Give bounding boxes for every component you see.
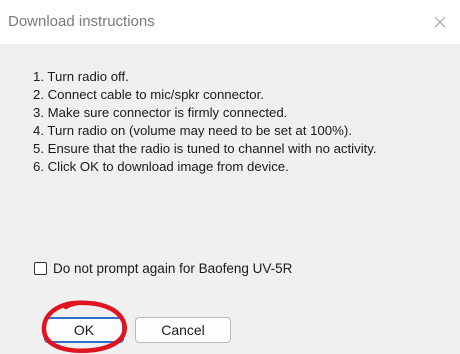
instruction-step: 2. Connect cable to mic/spkr connector. [33,87,264,102]
dialog-title: Download instructions [8,13,155,30]
instruction-step: 6. Click OK to download image from devic… [33,159,289,174]
do-not-prompt-label[interactable]: Do not prompt again for Baofeng UV-5R [53,261,292,276]
close-icon [434,16,446,28]
instructions-list: 1. Turn radio off. 2. Connect cable to m… [33,68,377,176]
do-not-prompt-checkbox[interactable] [34,262,47,275]
download-instructions-dialog: Download instructions 1. Turn radio off.… [0,0,460,354]
red-circle-annotation [41,300,127,353]
close-button[interactable] [420,4,460,40]
instruction-step: 4. Turn radio on (volume may need to be … [33,123,352,138]
instruction-step: 1. Turn radio off. [33,69,129,84]
ok-button[interactable]: OK [44,317,124,343]
do-not-prompt-option[interactable]: Do not prompt again for Baofeng UV-5R [34,261,292,276]
cancel-button[interactable]: Cancel [135,317,231,343]
instruction-step: 3. Make sure connector is firmly connect… [33,105,288,120]
title-bar: Download instructions [0,0,460,44]
instruction-step: 5. Ensure that the radio is tuned to cha… [33,141,377,156]
